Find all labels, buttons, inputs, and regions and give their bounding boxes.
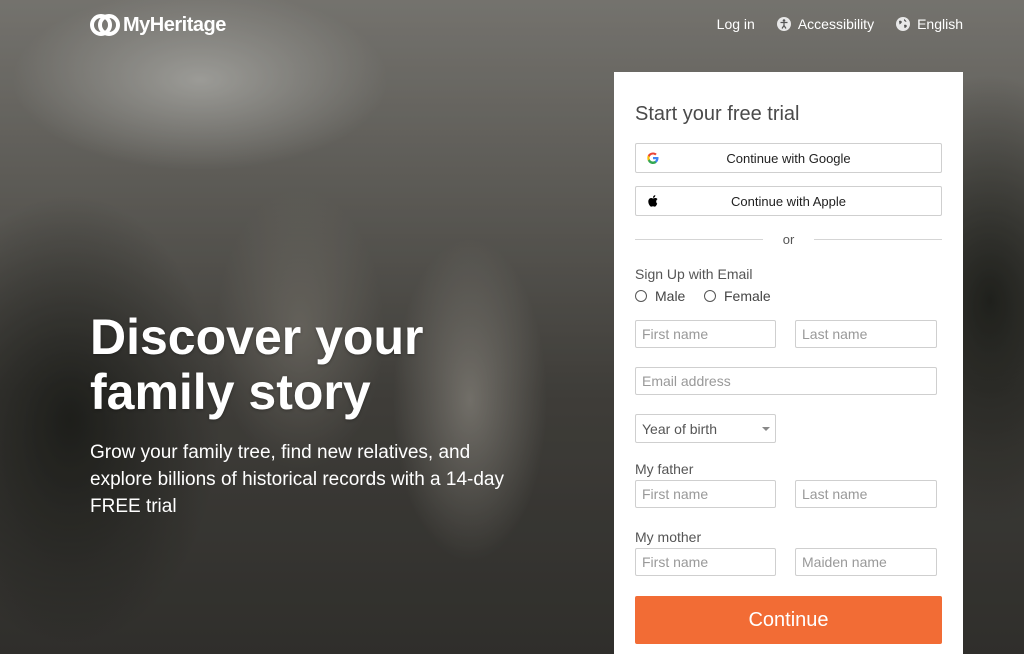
- father-last-placeholder: Last name: [802, 486, 868, 502]
- father-first-name-field[interactable]: First name: [635, 480, 776, 508]
- year-of-birth-select[interactable]: Year of birth: [635, 414, 776, 443]
- signup-title: Start your free trial: [635, 103, 800, 125]
- last-name-field[interactable]: Last name: [795, 320, 937, 348]
- email-field[interactable]: Email address: [635, 367, 937, 395]
- language-selector[interactable]: English: [896, 16, 963, 32]
- brand-logo[interactable]: MyHeritage: [90, 12, 226, 38]
- radio-circle: [635, 290, 647, 302]
- google-icon: [647, 152, 659, 164]
- globe-icon: [896, 17, 911, 31]
- mother-first-name-field[interactable]: First name: [635, 548, 776, 576]
- or-text: or: [782, 232, 795, 247]
- hero-subtext: Grow your family tree, find new relative…: [90, 442, 504, 517]
- last-name-placeholder: Last name: [802, 326, 868, 342]
- father-first-placeholder: First name: [642, 486, 709, 502]
- top-bar: MyHeritage Log in Accessibility English: [0, 0, 1024, 50]
- google-button-label: Continue with Google: [726, 150, 851, 166]
- year-of-birth-value: Year of birth: [642, 420, 717, 437]
- accessibility-link[interactable]: Accessibility: [776, 16, 875, 32]
- email-section-label: Sign Up with Email: [635, 266, 753, 282]
- login-label: Log in: [716, 16, 755, 32]
- caret-down-icon: [762, 427, 770, 431]
- gender-male-radio[interactable]: Male: [635, 288, 685, 304]
- mother-maiden-name-field[interactable]: Maiden name: [795, 548, 937, 576]
- radio-circle: [704, 290, 716, 302]
- top-nav: Log in Accessibility English: [695, 16, 963, 32]
- female-label: Female: [724, 288, 771, 304]
- apple-button-label: Continue with Apple: [731, 193, 846, 209]
- father-last-name-field[interactable]: Last name: [795, 480, 937, 508]
- accessibility-icon: [776, 17, 791, 31]
- continue-button[interactable]: Continue: [635, 596, 942, 644]
- accessibility-label: Accessibility: [797, 16, 875, 32]
- brand-name: MyHeritage: [123, 13, 226, 36]
- first-name-field[interactable]: First name: [635, 320, 776, 348]
- language-label: English: [917, 16, 963, 32]
- email-placeholder: Email address: [642, 373, 731, 389]
- myheritage-logo-icon: [90, 14, 120, 36]
- signup-panel: Start your free trial Continue with Goog…: [614, 72, 963, 654]
- mother-label: My mother: [635, 529, 702, 545]
- mother-maiden-placeholder: Maiden name: [802, 554, 887, 570]
- apple-icon: [648, 195, 658, 207]
- mother-first-placeholder: First name: [642, 554, 709, 570]
- gender-female-radio[interactable]: Female: [704, 288, 771, 304]
- first-name-placeholder: First name: [642, 326, 709, 342]
- continue-with-apple-button[interactable]: Continue with Apple: [635, 186, 942, 216]
- login-link[interactable]: Log in: [717, 16, 755, 32]
- hero-headline: Discover your family story: [90, 309, 424, 420]
- male-label: Male: [655, 288, 686, 304]
- continue-label: Continue: [748, 608, 829, 631]
- father-label: My father: [635, 461, 694, 477]
- continue-with-google-button[interactable]: Continue with Google: [635, 143, 942, 173]
- or-divider: or: [635, 232, 942, 248]
